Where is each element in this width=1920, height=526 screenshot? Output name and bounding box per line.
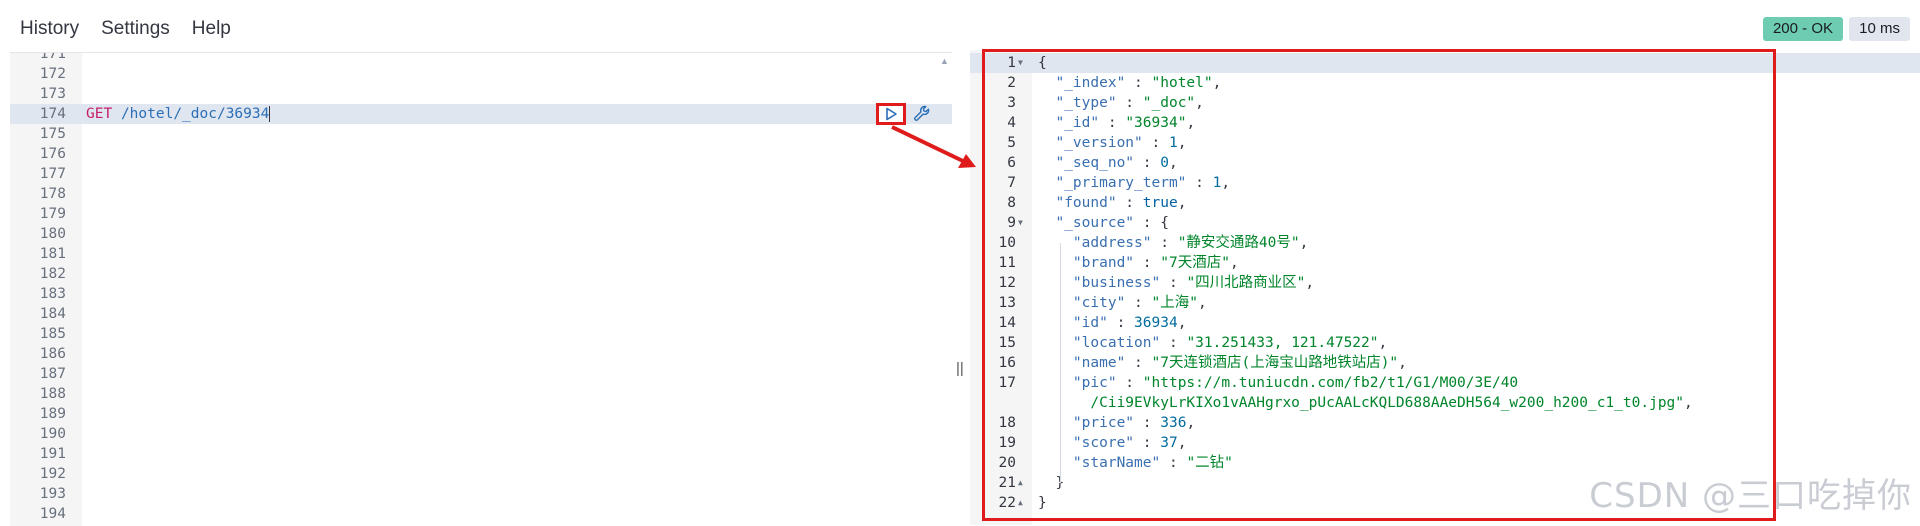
annotation-arrow-icon xyxy=(891,125,976,168)
watermark: CSDN @三口吃掉你 xyxy=(1589,476,1912,516)
